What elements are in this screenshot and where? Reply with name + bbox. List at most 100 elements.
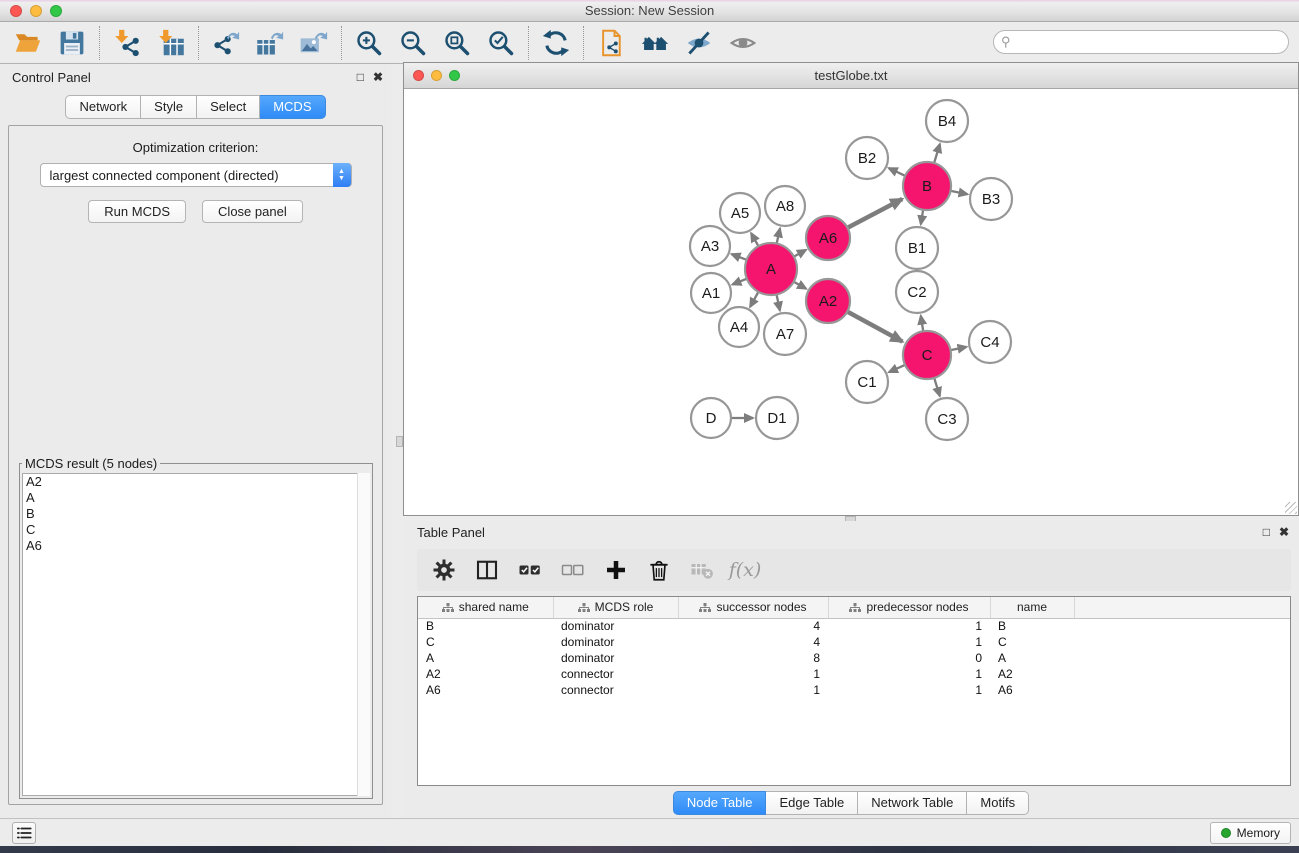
function-icon[interactable]: f(x) xyxy=(732,557,758,583)
search-input[interactable] xyxy=(993,30,1289,54)
zoom-selected-icon[interactable] xyxy=(485,27,517,59)
tab-network[interactable]: Network xyxy=(65,95,141,119)
table-row[interactable]: A6connector11A6 xyxy=(418,682,1290,698)
zoom-out-icon[interactable] xyxy=(397,27,429,59)
tab-node-table[interactable]: Node Table xyxy=(673,791,767,815)
node-A6[interactable]: A6 xyxy=(806,216,850,260)
table-cell[interactable]: dominator xyxy=(553,618,678,634)
table-cell[interactable]: dominator xyxy=(553,634,678,650)
minimize-window-button[interactable] xyxy=(30,5,42,17)
node-A8[interactable]: A8 xyxy=(765,186,805,226)
table-cell[interactable]: A2 xyxy=(418,666,553,682)
node-A7[interactable]: A7 xyxy=(764,313,806,355)
column-header[interactable]: name xyxy=(990,597,1074,618)
table-cell[interactable]: 4 xyxy=(678,634,828,650)
table-cell[interactable]: C xyxy=(990,634,1074,650)
export-network-icon[interactable] xyxy=(210,27,242,59)
table-close-panel-icon[interactable]: ✖ xyxy=(1279,525,1289,540)
trash-icon[interactable] xyxy=(646,557,672,583)
table-cell[interactable]: B xyxy=(990,618,1074,634)
run-mcds-button[interactable]: Run MCDS xyxy=(88,200,186,223)
node-A1[interactable]: A1 xyxy=(691,273,731,313)
tab-edge-table[interactable]: Edge Table xyxy=(766,791,858,815)
floppy-disk-icon[interactable] xyxy=(56,27,88,59)
table-float-panel-icon[interactable]: □ xyxy=(1263,525,1270,540)
gear-icon[interactable] xyxy=(431,557,457,583)
table-cell[interactable]: B xyxy=(418,618,553,634)
table-cell[interactable]: 8 xyxy=(678,650,828,666)
table-cell[interactable]: 1 xyxy=(828,682,990,698)
table-cell[interactable]: C xyxy=(418,634,553,650)
close-panel-button[interactable]: Close panel xyxy=(202,200,303,223)
table-cell[interactable]: A xyxy=(990,650,1074,666)
table-row[interactable]: Adominator80A xyxy=(418,650,1290,666)
node-C[interactable]: C xyxy=(903,331,951,379)
node-A5[interactable]: A5 xyxy=(720,193,760,233)
column-header[interactable]: MCDS role xyxy=(553,597,678,618)
node-B[interactable]: B xyxy=(903,162,951,210)
tab-motifs[interactable]: Motifs xyxy=(967,791,1029,815)
table-cell[interactable]: connector xyxy=(553,666,678,682)
export-table-icon[interactable] xyxy=(254,27,286,59)
table-cell[interactable]: 1 xyxy=(828,618,990,634)
table-cell[interactable]: connector xyxy=(553,682,678,698)
folder-open-icon[interactable] xyxy=(12,27,44,59)
result-item[interactable]: A2 xyxy=(23,474,369,490)
node-D[interactable]: D xyxy=(691,398,731,438)
column-header[interactable]: successor nodes xyxy=(678,597,828,618)
zoom-fit-icon[interactable] xyxy=(441,27,473,59)
select-all-icon[interactable] xyxy=(517,557,543,583)
float-panel-icon[interactable]: □ xyxy=(357,70,364,85)
result-item[interactable]: A6 xyxy=(23,538,369,554)
network-canvas[interactable]: B4B2BB3A5A8A6A3B1AA1C2A2A4A7C4CC1C3DD1 xyxy=(404,89,1298,515)
tab-select[interactable]: Select xyxy=(197,95,260,119)
eye-icon[interactable] xyxy=(727,27,759,59)
node-B2[interactable]: B2 xyxy=(846,137,888,179)
table-cell[interactable]: dominator xyxy=(553,650,678,666)
panel-divider-grip[interactable] xyxy=(396,436,403,447)
task-history-button[interactable] xyxy=(12,822,36,844)
close-window-button[interactable] xyxy=(10,5,22,17)
import-table-icon[interactable] xyxy=(155,27,187,59)
eye-slash-icon[interactable] xyxy=(683,27,715,59)
node-C2[interactable]: C2 xyxy=(896,271,938,313)
table-cell[interactable]: 1 xyxy=(678,682,828,698)
result-list-scrollbar[interactable] xyxy=(357,473,370,796)
network-zoom-button[interactable] xyxy=(449,70,460,81)
table-cell[interactable]: 4 xyxy=(678,618,828,634)
node-A[interactable]: A xyxy=(745,243,797,295)
window-resize-grip[interactable] xyxy=(1285,502,1297,514)
delete-table-icon[interactable] xyxy=(689,557,715,583)
table-cell[interactable]: A xyxy=(418,650,553,666)
node-C4[interactable]: C4 xyxy=(969,321,1011,363)
table-cell[interactable]: 1 xyxy=(828,666,990,682)
zoom-window-button[interactable] xyxy=(50,5,62,17)
document-network-icon[interactable] xyxy=(595,27,627,59)
network-close-button[interactable] xyxy=(413,70,424,81)
node-B3[interactable]: B3 xyxy=(970,178,1012,220)
column-header[interactable]: shared name xyxy=(418,597,553,618)
memory-button[interactable]: Memory xyxy=(1210,822,1291,844)
zoom-in-icon[interactable] xyxy=(353,27,385,59)
tab-style[interactable]: Style xyxy=(141,95,197,119)
result-item[interactable]: C xyxy=(23,522,369,538)
close-panel-icon[interactable]: ✖ xyxy=(373,70,383,85)
node-B4[interactable]: B4 xyxy=(926,100,968,142)
tab-network-table[interactable]: Network Table xyxy=(858,791,967,815)
tab-mcds[interactable]: MCDS xyxy=(260,95,325,119)
node-A2[interactable]: A2 xyxy=(806,279,850,323)
table-cell[interactable]: A2 xyxy=(990,666,1074,682)
table-row[interactable]: Bdominator41B xyxy=(418,618,1290,634)
deselect-all-icon[interactable] xyxy=(560,557,586,583)
node-B1[interactable]: B1 xyxy=(896,227,938,269)
double-home-icon[interactable] xyxy=(639,27,671,59)
table-cell[interactable]: A6 xyxy=(990,682,1074,698)
columns-icon[interactable] xyxy=(474,557,500,583)
export-image-icon[interactable] xyxy=(298,27,330,59)
table-row[interactable]: A2connector11A2 xyxy=(418,666,1290,682)
criterion-dropdown[interactable]: largest connected component (directed) ▲… xyxy=(40,163,352,187)
node-C1[interactable]: C1 xyxy=(846,361,888,403)
table-row[interactable]: Cdominator41C xyxy=(418,634,1290,650)
table-cell[interactable]: 1 xyxy=(828,634,990,650)
network-minimize-button[interactable] xyxy=(431,70,442,81)
